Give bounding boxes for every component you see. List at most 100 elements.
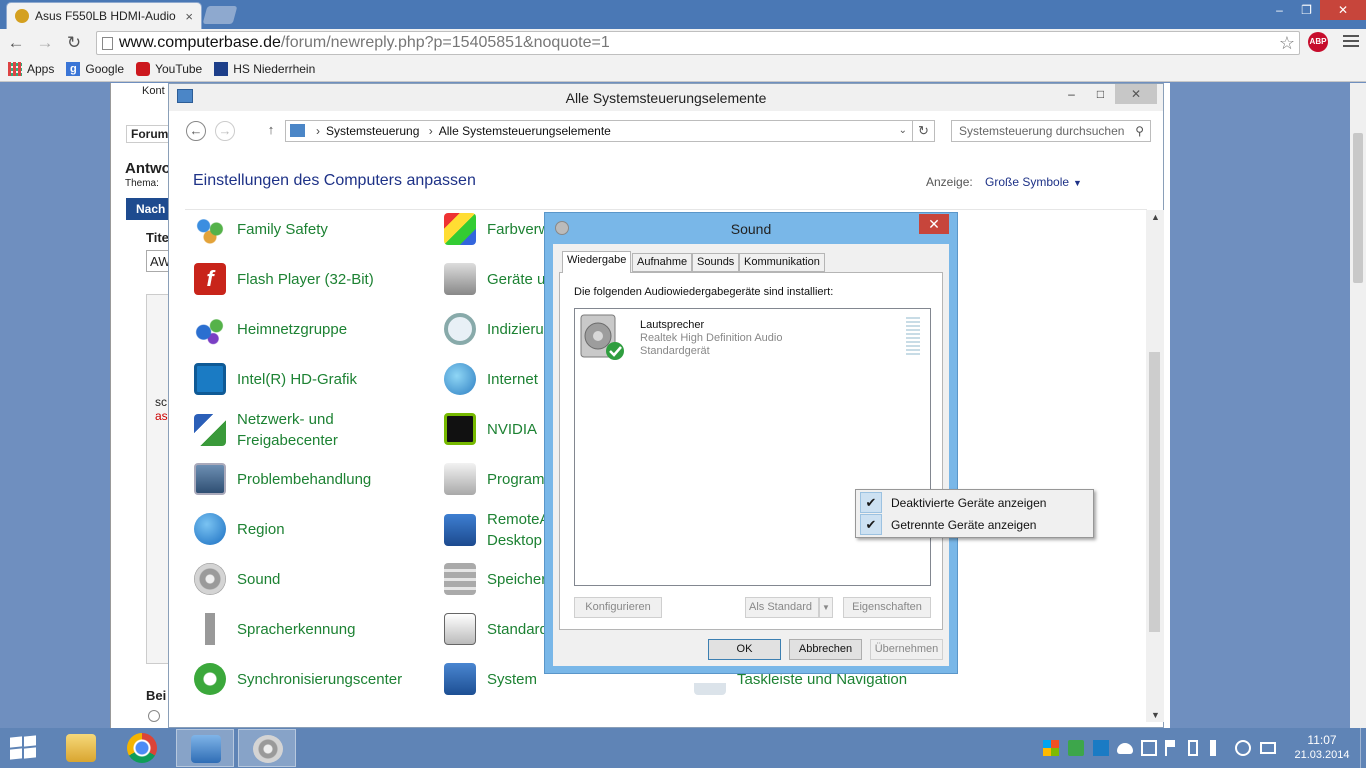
cp-item-default-programs[interactable]: Standard [444, 609, 548, 649]
tab-close-icon[interactable]: × [185, 9, 193, 24]
search-input[interactable]: Systemsteuerung durchsuchen ⚲ [951, 120, 1151, 142]
nvidia-tray-icon[interactable] [1068, 740, 1084, 756]
cancel-button[interactable]: Abbrechen [789, 639, 862, 660]
cp-item-remoteapp[interactable]: RemoteA Desktop [444, 509, 549, 551]
chevron-down-icon[interactable]: ⌄ [899, 121, 907, 141]
intel-graphics-icon [194, 363, 226, 395]
new-tab-button[interactable] [202, 6, 238, 24]
bookmark-apps[interactable]: Apps [8, 62, 54, 76]
cp-item-family-safety[interactable]: Family Safety [194, 209, 328, 249]
scroll-up-icon[interactable]: ▲ [1151, 212, 1160, 222]
close-button[interactable]: ✕ [1320, 0, 1366, 20]
tab-wiedergabe[interactable]: Wiedergabe [562, 251, 632, 273]
address-bar[interactable]: www.computerbase.de/forum/newreply.php?p… [96, 31, 1300, 55]
clock-time[interactable]: 11:07 [1300, 733, 1344, 747]
office-tray-icon[interactable] [1043, 740, 1059, 756]
cp-item-system[interactable]: System [444, 659, 537, 699]
webpage-title-input[interactable]: AW [146, 250, 170, 272]
flag-icon[interactable] [1165, 740, 1175, 756]
taskbar-file-explorer[interactable] [52, 729, 110, 767]
cp-item-indexing[interactable]: Indizieru [444, 309, 544, 349]
device-list[interactable]: Lautsprecher Realtek High Definition Aud… [574, 308, 931, 586]
view-selector[interactable]: Große Symbole ▼ [985, 175, 1082, 189]
configure-button[interactable]: Konfigurieren [574, 597, 662, 618]
cp-item-network-sharing-center[interactable]: Netzwerk- und Freigabecenter [194, 409, 367, 451]
cp-item-sync-center[interactable]: Synchronisierungscenter [194, 659, 402, 699]
cp-item-internet-options[interactable]: Internet [444, 359, 538, 399]
tab-kommunikation[interactable]: Kommunikation [739, 253, 825, 272]
forward-arrow-icon[interactable]: → [215, 121, 235, 141]
webpage-radio-button[interactable] [148, 710, 160, 722]
scroll-down-icon[interactable]: ▼ [1151, 710, 1160, 720]
tab-aufnahme[interactable]: Aufnahme [632, 253, 693, 272]
close-button[interactable]: ✕ [1115, 84, 1157, 104]
cp-item-storage[interactable]: Speicher [444, 559, 546, 599]
menu-item-label: Getrennte Geräte anzeigen [891, 518, 1037, 532]
cp-item-nvidia[interactable]: NVIDIA [444, 409, 537, 449]
device-tray-icon[interactable] [1141, 740, 1157, 756]
cp-item-speech-recognition[interactable]: Spracherkennung [194, 609, 355, 649]
minimize-button[interactable]: – [1266, 0, 1293, 20]
cp-item-flash-player[interactable]: f Flash Player (32-Bit) [194, 259, 374, 299]
refresh-icon[interactable]: ↻ [913, 120, 935, 142]
minimize-button[interactable]: – [1057, 84, 1086, 104]
taskbar-control-panel[interactable] [176, 729, 234, 767]
cp-item-color-management[interactable]: Farbverw [444, 209, 550, 249]
adblock-plus-icon[interactable]: ABP [1308, 32, 1328, 52]
cp-item-intel-hd-graphics[interactable]: Intel(R) HD-Grafik [194, 359, 357, 399]
apply-button[interactable]: Übernehmen [870, 639, 943, 660]
network-tray-icon[interactable] [1235, 740, 1251, 756]
cp-item-heimnetzgruppe[interactable]: Heimnetzgruppe [194, 309, 347, 349]
webpage-message-tab[interactable]: Nach [126, 198, 170, 220]
action-center-icon[interactable] [1260, 742, 1276, 754]
remoteapp-icon [444, 514, 476, 546]
intel-tray-icon[interactable] [1093, 740, 1109, 756]
cp-item-sound[interactable]: Sound [194, 559, 280, 599]
breadcrumb-item[interactable]: Alle Systemsteuerungselemente [439, 124, 611, 138]
cp-item-region[interactable]: Region [194, 509, 285, 549]
webpage-forum-tab[interactable]: Forum [126, 125, 174, 143]
set-default-dropdown-icon[interactable]: ▼ [819, 597, 833, 618]
browser-tab[interactable]: Asus F550LB HDMI-Audio × [6, 2, 202, 29]
properties-button[interactable]: Eigenschaften [843, 597, 931, 618]
chrome-menu-icon[interactable] [1343, 35, 1359, 49]
webpage-scrollbar[interactable] [1350, 83, 1366, 728]
maximize-button[interactable]: □ [1086, 84, 1115, 104]
start-windows-icon[interactable] [10, 735, 38, 761]
menu-item-show-disabled-devices[interactable]: ✔ Deaktivierte Geräte anzeigen [858, 492, 1091, 513]
bookmark-star-icon[interactable]: ☆ [1279, 32, 1295, 54]
taskbar-chrome[interactable] [114, 729, 172, 767]
back-button[interactable]: ← [6, 33, 26, 53]
cp-item-programs[interactable]: Program [444, 459, 545, 499]
back-arrow-icon[interactable]: ← [186, 121, 206, 141]
bookmark-youtube[interactable]: YouTube [136, 62, 202, 76]
bookmark-google[interactable]: g Google [66, 62, 124, 76]
scroll-thumb[interactable] [1149, 352, 1160, 632]
reload-button[interactable]: ↻ [64, 33, 84, 53]
battery-icon[interactable] [1188, 740, 1198, 756]
up-arrow-icon[interactable]: ↑ [261, 121, 281, 141]
close-button[interactable]: ✕ [919, 214, 949, 234]
volume-icon[interactable] [1210, 740, 1226, 756]
cp-item-troubleshooting[interactable]: Problembehandlung [194, 459, 371, 499]
set-default-button[interactable]: Als Standard [745, 597, 819, 618]
bookmark-hs-niederrhein[interactable]: HS Niederrhein [214, 62, 315, 76]
storage-spaces-icon [444, 563, 476, 595]
cloud-tray-icon[interactable] [1117, 743, 1133, 754]
taskbar-sound[interactable] [238, 729, 296, 767]
tab-sounds[interactable]: Sounds [692, 253, 740, 272]
webpage-editor[interactable] [146, 294, 170, 664]
webpage-contact-link[interactable]: Kont [142, 85, 165, 97]
ok-button[interactable]: OK [708, 639, 781, 660]
clock-date[interactable]: 21.03.2014 [1290, 749, 1354, 761]
breadcrumb[interactable]: › Systemsteuerung › Alle Systemsteuerungse… [285, 120, 913, 142]
forward-button[interactable]: → [35, 33, 55, 53]
nvidia-icon [444, 413, 476, 445]
control-panel-scrollbar[interactable]: ▲ ▼ [1146, 210, 1164, 722]
device-row[interactable]: Lautsprecher Realtek High Definition Aud… [575, 309, 930, 367]
breadcrumb-item[interactable]: Systemsteuerung [326, 124, 419, 138]
cp-item-devices-printers[interactable]: Geräte u [444, 259, 545, 299]
show-desktop-button[interactable] [1360, 728, 1366, 768]
menu-item-show-disconnected-devices[interactable]: ✔ Getrennte Geräte anzeigen [858, 514, 1091, 535]
restore-button[interactable]: ❐ [1293, 0, 1320, 20]
